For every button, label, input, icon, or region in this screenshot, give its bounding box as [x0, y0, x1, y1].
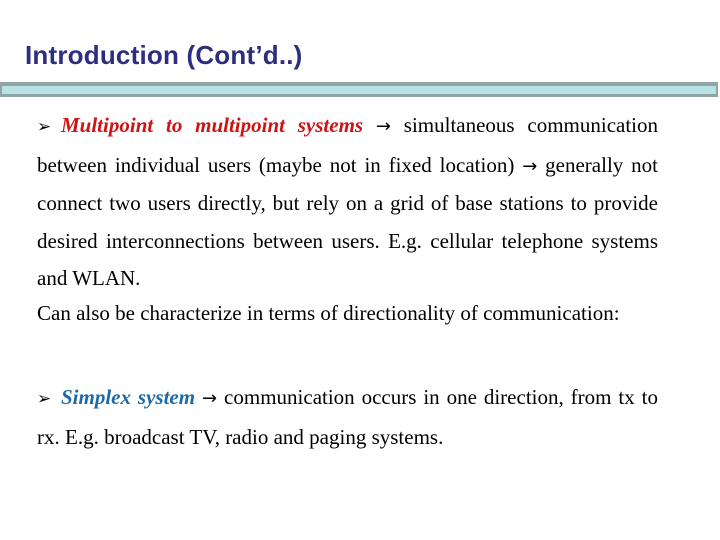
keyword-simplex: Simplex system [61, 385, 196, 409]
title-divider-bar [0, 82, 718, 97]
paragraph-directionality: Can also be characterize in terms of dir… [37, 301, 620, 325]
right-arrow-icon: → [375, 116, 391, 137]
arrow-bullet-icon: ➢ [37, 389, 52, 409]
paragraph-simplex: ➢ Simplex system → communication occurs i… [37, 379, 658, 456]
right-arrow-icon: → [202, 388, 218, 409]
arrow-bullet-icon: ➢ [37, 117, 52, 137]
paragraph-multipoint: ➢ Multipoint to multipoint systems → simu… [37, 107, 658, 298]
right-arrow-icon: → [522, 155, 538, 177]
keyword-multipoint: Multipoint to multipoint systems [61, 113, 364, 137]
slide-title: Introduction (Cont’d..) [25, 40, 303, 70]
title-divider-fill [2, 86, 716, 94]
